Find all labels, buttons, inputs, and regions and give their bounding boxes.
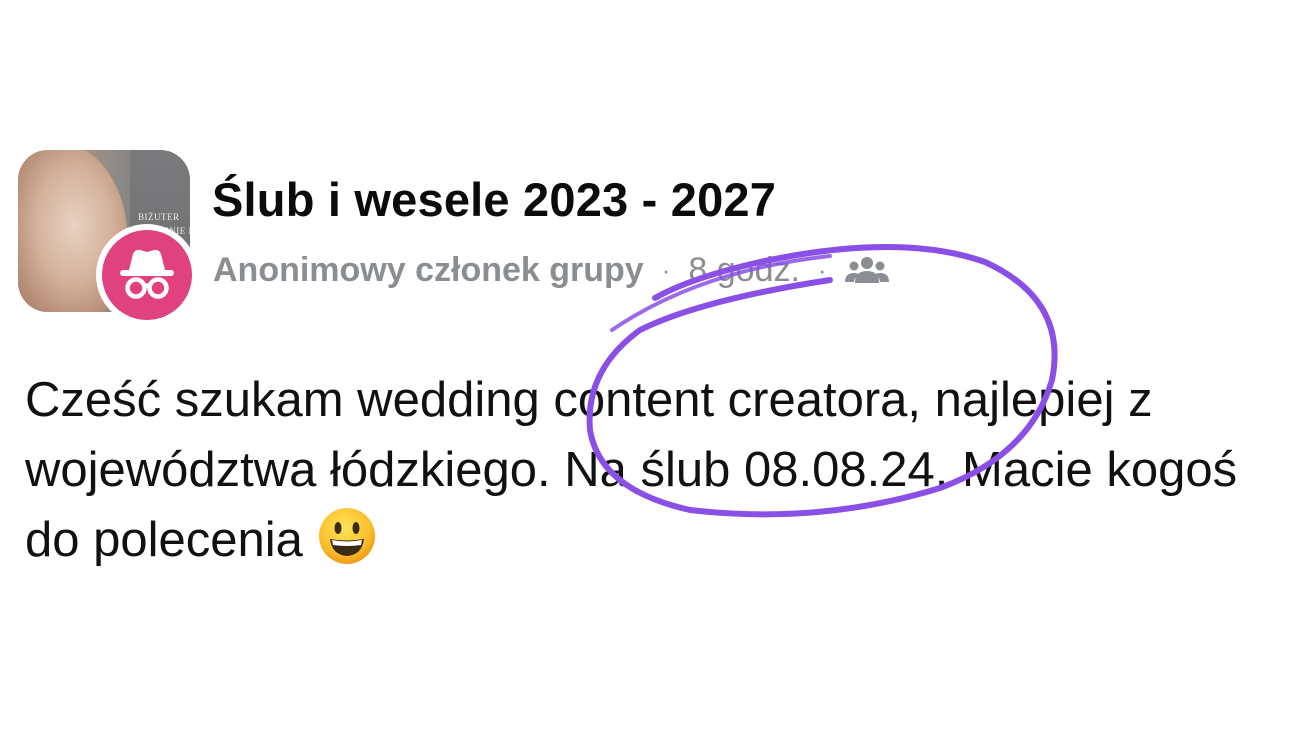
- meta-separator-2: ·: [817, 254, 827, 285]
- incognito-icon: [120, 249, 174, 299]
- anonymous-member-avatar[interactable]: [96, 224, 198, 326]
- post-card: BIŻUTER I RĘCZNIE RO Ślub i wesele 2023 …: [0, 0, 1300, 731]
- group-name-link[interactable]: Ślub i wesele 2023 - 2027: [212, 172, 776, 227]
- thumbnail-text-line1: BIŻUTER: [138, 212, 180, 222]
- post-timestamp[interactable]: 8 godz.: [688, 251, 800, 290]
- group-members-icon: [844, 255, 889, 285]
- meta-separator: ·: [661, 254, 671, 285]
- grinning-face-emoji: [317, 506, 377, 566]
- post-meta: Anonimowy członek grupy · 8 godz. ·: [213, 248, 889, 292]
- post-message: Cześć szukam wedding content creatora, n…: [25, 373, 1238, 567]
- post-body-text: Cześć szukam wedding content creatora, n…: [25, 365, 1295, 575]
- author-name[interactable]: Anonimowy członek grupy: [213, 251, 644, 290]
